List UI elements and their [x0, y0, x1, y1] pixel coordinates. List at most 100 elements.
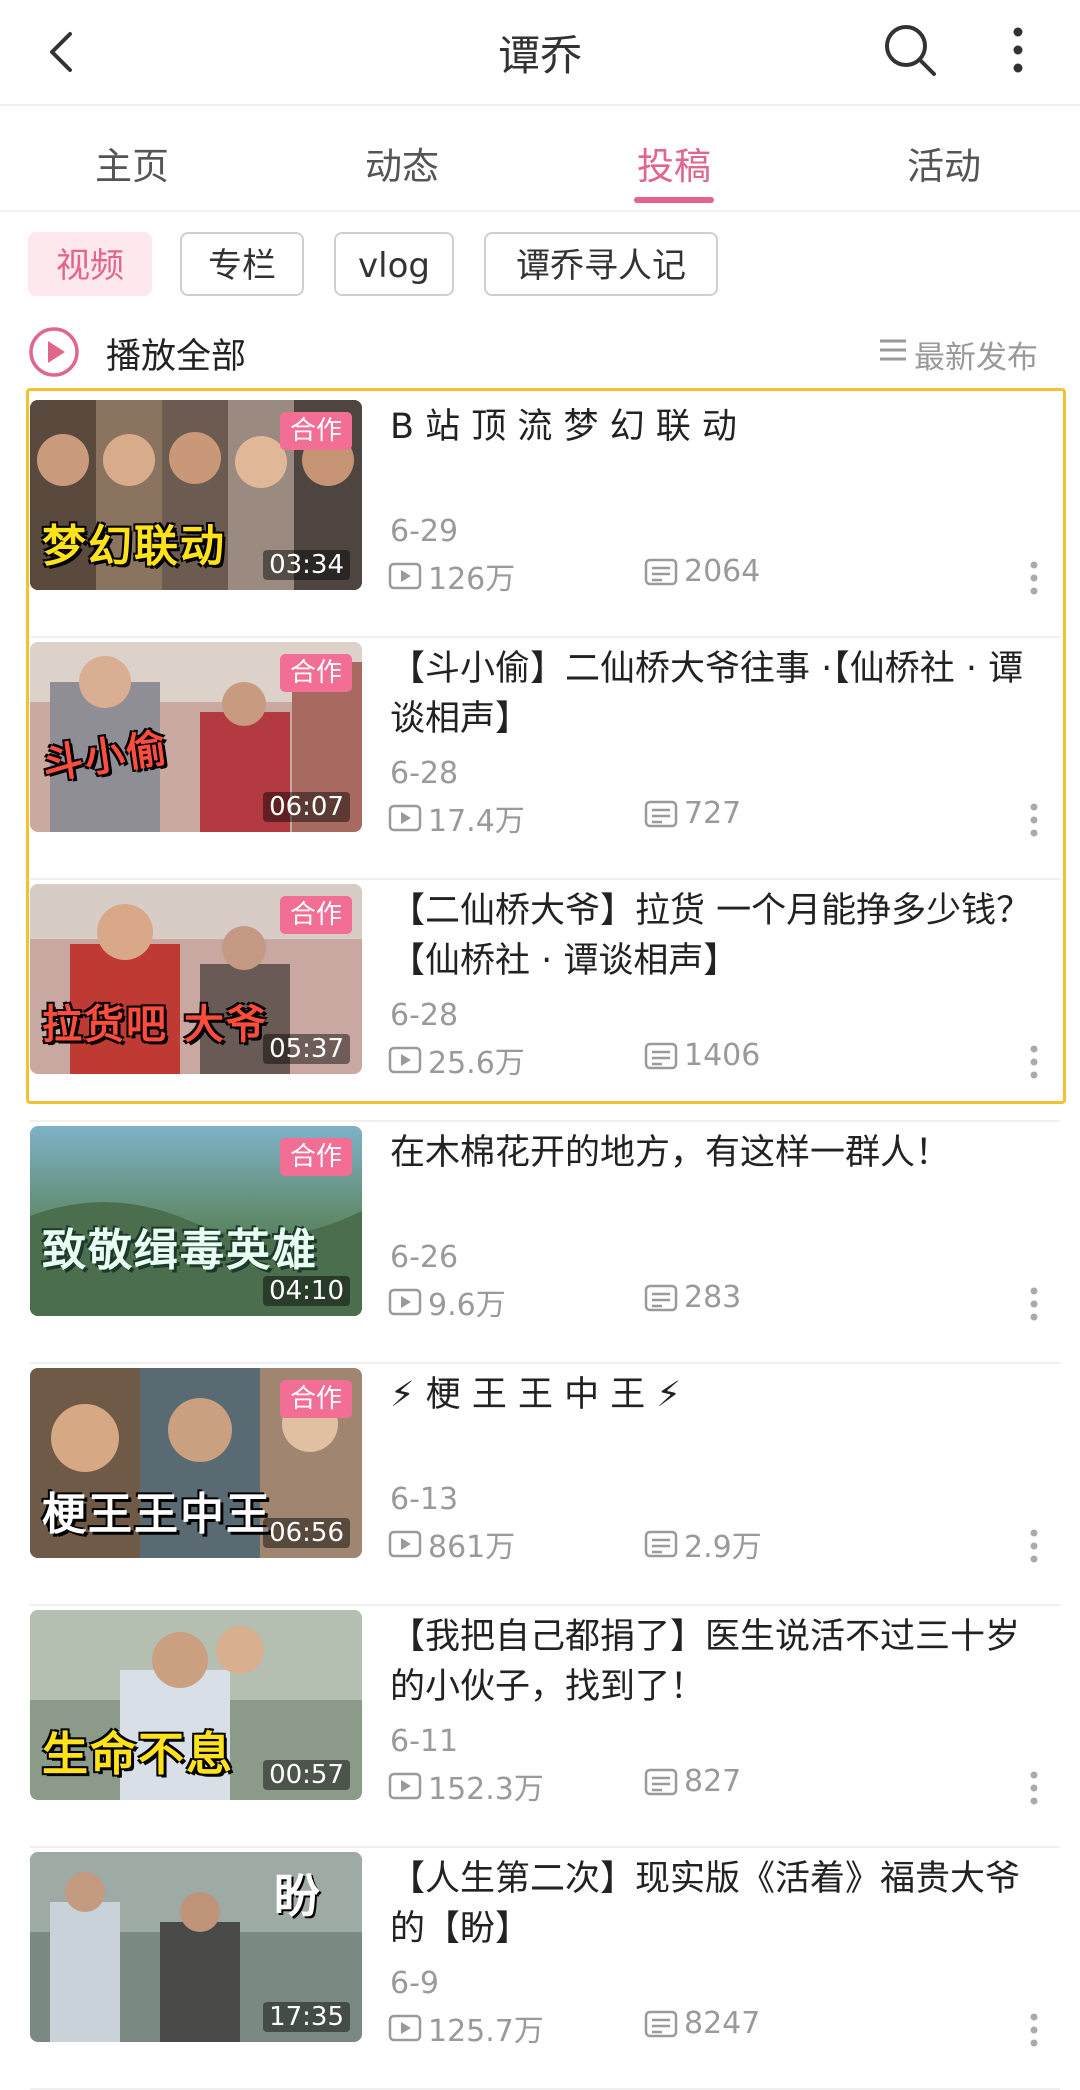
video-thumbnail[interactable]: 生命不息 00:57	[30, 1610, 362, 1800]
video-thumbnail[interactable]: 梗王王中王 合作 06:56	[30, 1368, 362, 1558]
collab-badge: 合作	[279, 1380, 352, 1418]
play-count: 25.6万	[388, 1038, 525, 1082]
play-count: 9.6万	[388, 1280, 506, 1324]
tab-uploads[interactable]: 投稿	[574, 136, 774, 190]
video-title[interactable]: 【我把自己都捐了】医生说活不过三十岁的小伙子，找到了！	[390, 1612, 1040, 1712]
danmaku-count: 2064	[644, 554, 760, 589]
video-row[interactable]: 拉货吧 大爷 合作 05:37 【二仙桥大爷】拉货 一个月能挣多少钱？【仙桥社 …	[0, 880, 1080, 1122]
publish-date: 6-28	[390, 998, 459, 1033]
video-thumbnail[interactable]: 梦幻联动 合作 03:34	[30, 400, 362, 590]
collab-badge: 合作	[279, 896, 352, 934]
publish-date: 6-28	[390, 756, 459, 791]
danmaku-icon	[644, 800, 678, 827]
more-options-icon[interactable]	[1022, 1768, 1046, 1808]
play-count: 152.3万	[388, 1764, 544, 1808]
more-options-icon[interactable]	[1022, 800, 1046, 840]
top-bar: 谭乔	[0, 0, 1080, 106]
danmaku-icon	[644, 2010, 678, 2037]
video-thumbnail[interactable]: 致敬缉毒英雄 合作 04:10	[30, 1126, 362, 1316]
sort-button[interactable]: 最新发布	[914, 332, 1038, 377]
tab-bar: 主页 动态 投稿 活动	[0, 106, 1080, 212]
video-row[interactable]: 梦幻联动 合作 03:34 B 站 顶 流 梦 幻 联 动 6-29 126万 …	[0, 396, 1080, 638]
duration-label: 05:37	[263, 1034, 350, 1064]
more-options-icon[interactable]	[1022, 1526, 1046, 1566]
video-thumbnail[interactable]: 盼 17:35	[30, 1852, 362, 2042]
play-count-value: 861万	[428, 1530, 516, 1565]
tab-activity[interactable]: 活动	[844, 136, 1044, 190]
play-count: 17.4万	[388, 796, 525, 840]
play-count-icon	[388, 1046, 422, 1074]
video-title[interactable]: B 站 顶 流 梦 幻 联 动	[390, 402, 1040, 452]
play-count: 125.7万	[388, 2006, 544, 2050]
play-count-icon	[388, 1530, 422, 1558]
video-row[interactable]: 盼 17:35 【人生第二次】现实版《活着》福贵大爷的【盼】 6-9 125.7…	[0, 1848, 1080, 2090]
duration-label: 00:57	[263, 1760, 350, 1790]
play-count: 861万	[388, 1522, 515, 1566]
danmaku-count: 2.9万	[644, 1522, 762, 1566]
video-title[interactable]: 【二仙桥大爷】拉货 一个月能挣多少钱？【仙桥社 · 谭谈相声】	[390, 886, 1040, 986]
danmaku-icon	[644, 1284, 678, 1311]
video-thumbnail[interactable]: 斗小偷 合作 06:07	[30, 642, 362, 832]
thumbnail-caption: 盼	[274, 1869, 322, 1923]
video-title[interactable]: ⚡ 梗 王 王 中 王 ⚡	[390, 1370, 1040, 1420]
video-title[interactable]: 【斗小偷】二仙桥大爷往事 ·【仙桥社 · 谭谈相声】	[390, 644, 1040, 744]
more-options-icon[interactable]	[1022, 1284, 1046, 1324]
play-count-icon	[388, 1288, 422, 1316]
danmaku-count-value: 8247	[684, 2006, 761, 2041]
video-row[interactable]: 生命不息 00:57 【我把自己都捐了】医生说活不过三十岁的小伙子，找到了！ 6…	[0, 1606, 1080, 1848]
tab-home[interactable]: 主页	[32, 136, 232, 190]
video-row[interactable]: 斗小偷 合作 06:07 【斗小偷】二仙桥大爷往事 ·【仙桥社 · 谭谈相声】 …	[0, 638, 1080, 880]
thumbnail-caption: 致敬缉毒英雄	[42, 1225, 318, 1276]
collab-badge: 合作	[279, 654, 352, 692]
video-row[interactable]: 致敬缉毒英雄 合作 04:10 在木棉花开的地方，有这样一群人！ 6-26 9.…	[0, 1122, 1080, 1364]
more-options-icon[interactable]	[1022, 2010, 1046, 2050]
danmaku-count: 727	[644, 796, 741, 831]
play-all-icon[interactable]	[28, 326, 80, 378]
video-list: 梦幻联动 合作 03:34 B 站 顶 流 梦 幻 联 动 6-29 126万 …	[0, 396, 1080, 2090]
publish-date: 6-9	[390, 1966, 439, 2001]
play-count-icon	[388, 804, 422, 832]
publish-date: 6-13	[390, 1482, 459, 1517]
chip-video[interactable]: 视频	[28, 232, 152, 296]
play-count-value: 125.7万	[428, 2014, 544, 2049]
duration-label: 04:10	[263, 1276, 350, 1306]
duration-label: 06:07	[263, 792, 350, 822]
more-icon[interactable]	[996, 20, 1040, 80]
search-icon[interactable]	[880, 20, 940, 80]
play-count-icon	[388, 562, 422, 590]
play-count-value: 25.6万	[428, 1046, 525, 1081]
collab-badge: 合作	[279, 412, 352, 450]
more-options-icon[interactable]	[1022, 1042, 1046, 1082]
danmaku-icon	[644, 1530, 678, 1558]
danmaku-icon	[644, 1042, 678, 1069]
thumbnail-caption: 梦幻联动	[42, 521, 226, 572]
more-options-icon[interactable]	[1022, 558, 1046, 598]
play-count-value: 126万	[428, 562, 516, 597]
video-thumbnail[interactable]: 拉货吧 大爷 合作 05:37	[30, 884, 362, 1074]
danmaku-icon	[644, 558, 678, 585]
chip-column[interactable]: 专栏	[180, 232, 304, 296]
danmaku-count: 1406	[644, 1038, 760, 1073]
play-count: 126万	[388, 554, 515, 598]
chip-series[interactable]: 谭乔寻人记	[484, 232, 718, 296]
video-row[interactable]: 梗王王中王 合作 06:56 ⚡ 梗 王 王 中 王 ⚡ 6-13 861万 2…	[0, 1364, 1080, 1606]
danmaku-icon	[644, 1768, 678, 1795]
danmaku-count: 827	[644, 1764, 741, 1799]
video-title[interactable]: 在木棉花开的地方，有这样一群人！	[390, 1128, 1040, 1178]
danmaku-count-value: 283	[684, 1280, 742, 1315]
duration-label: 03:34	[263, 550, 350, 580]
play-all-button[interactable]: 播放全部	[106, 328, 246, 379]
play-count-icon	[388, 2014, 422, 2042]
thumbnail-caption: 生命不息	[42, 1727, 234, 1781]
tab-dynamics[interactable]: 动态	[302, 136, 502, 190]
thumbnail-caption: 梗王王中王	[42, 1489, 272, 1540]
duration-label: 06:56	[263, 1518, 350, 1548]
play-count-value: 152.3万	[428, 1772, 544, 1807]
danmaku-count-value: 2064	[684, 554, 761, 589]
play-count-icon	[388, 1772, 422, 1800]
video-title[interactable]: 【人生第二次】现实版《活着》福贵大爷的【盼】	[390, 1854, 1040, 1954]
sort-list-icon[interactable]	[878, 336, 908, 364]
publish-date: 6-26	[390, 1240, 459, 1275]
danmaku-count-value: 2.9万	[684, 1530, 762, 1565]
chip-vlog[interactable]: vlog	[334, 232, 454, 296]
